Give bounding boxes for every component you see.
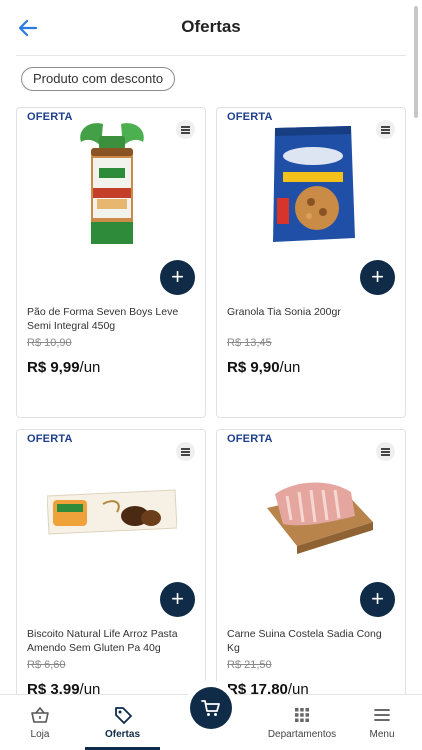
add-to-cart-button[interactable]: +: [360, 260, 395, 295]
product-image-granola: [273, 126, 355, 242]
nav-label: Departamentos: [267, 729, 337, 740]
product-image-bread: [80, 123, 144, 244]
old-price: R$ 10,90: [27, 337, 72, 349]
nav-item-menu[interactable]: Menu: [352, 695, 412, 750]
price-unit: /un: [79, 359, 101, 376]
basket-icon: [31, 706, 49, 723]
nav-item-ofertas[interactable]: Ofertas: [85, 695, 160, 750]
price: R$ 9,90/un: [227, 359, 300, 376]
product-grid: OFERTA + Pão de Forma Seven Boys Leve Se…: [0, 0, 422, 750]
product-image-biscuit: [47, 489, 177, 535]
add-to-list-icon[interactable]: [376, 442, 395, 461]
menu-icon: [374, 709, 390, 721]
old-price: R$ 13,45: [227, 337, 272, 349]
nav-label: Menu: [369, 729, 395, 740]
add-to-list-icon[interactable]: [176, 442, 195, 461]
nav-item-departamentos[interactable]: Departamentos: [262, 695, 342, 750]
add-to-cart-button[interactable]: +: [160, 582, 195, 617]
product-card[interactable]: OFERTA + Granola Tia Sonia 200gr R$ 13,4…: [216, 107, 406, 418]
product-card[interactable]: OFERTA + Pão de Forma Seven Boys Leve Se…: [16, 107, 206, 418]
price: R$ 9,99/un: [27, 359, 100, 376]
grid-icon: [295, 708, 309, 722]
cart-button[interactable]: [190, 687, 232, 729]
product-name: Pão de Forma Seven Boys Leve Semi Integr…: [27, 306, 179, 332]
tag-icon: [114, 707, 132, 724]
product-image-pork-ribs: [267, 482, 373, 554]
add-to-list-icon[interactable]: [376, 120, 395, 139]
price-unit: /un: [279, 359, 301, 376]
nav-label: Loja: [30, 729, 50, 740]
add-to-cart-button[interactable]: +: [360, 582, 395, 617]
product-name: Biscoito Natural Life Arroz Pasta Amendo…: [27, 628, 178, 654]
price-value: R$ 9,99: [27, 359, 80, 376]
product-name: Granola Tia Sonia 200gr: [227, 306, 341, 318]
add-to-list-icon[interactable]: [176, 120, 195, 139]
old-price: R$ 6,60: [27, 659, 66, 671]
product-name: Carne Suina Costela Sadia Cong Kg: [227, 628, 382, 654]
nav-item-loja[interactable]: Loja: [5, 695, 75, 750]
add-to-cart-button[interactable]: +: [160, 260, 195, 295]
cart-icon: [201, 700, 220, 716]
nav-label: Ofertas: [104, 729, 140, 740]
price-value: R$ 9,90: [227, 359, 280, 376]
old-price: R$ 21,50: [227, 659, 272, 671]
